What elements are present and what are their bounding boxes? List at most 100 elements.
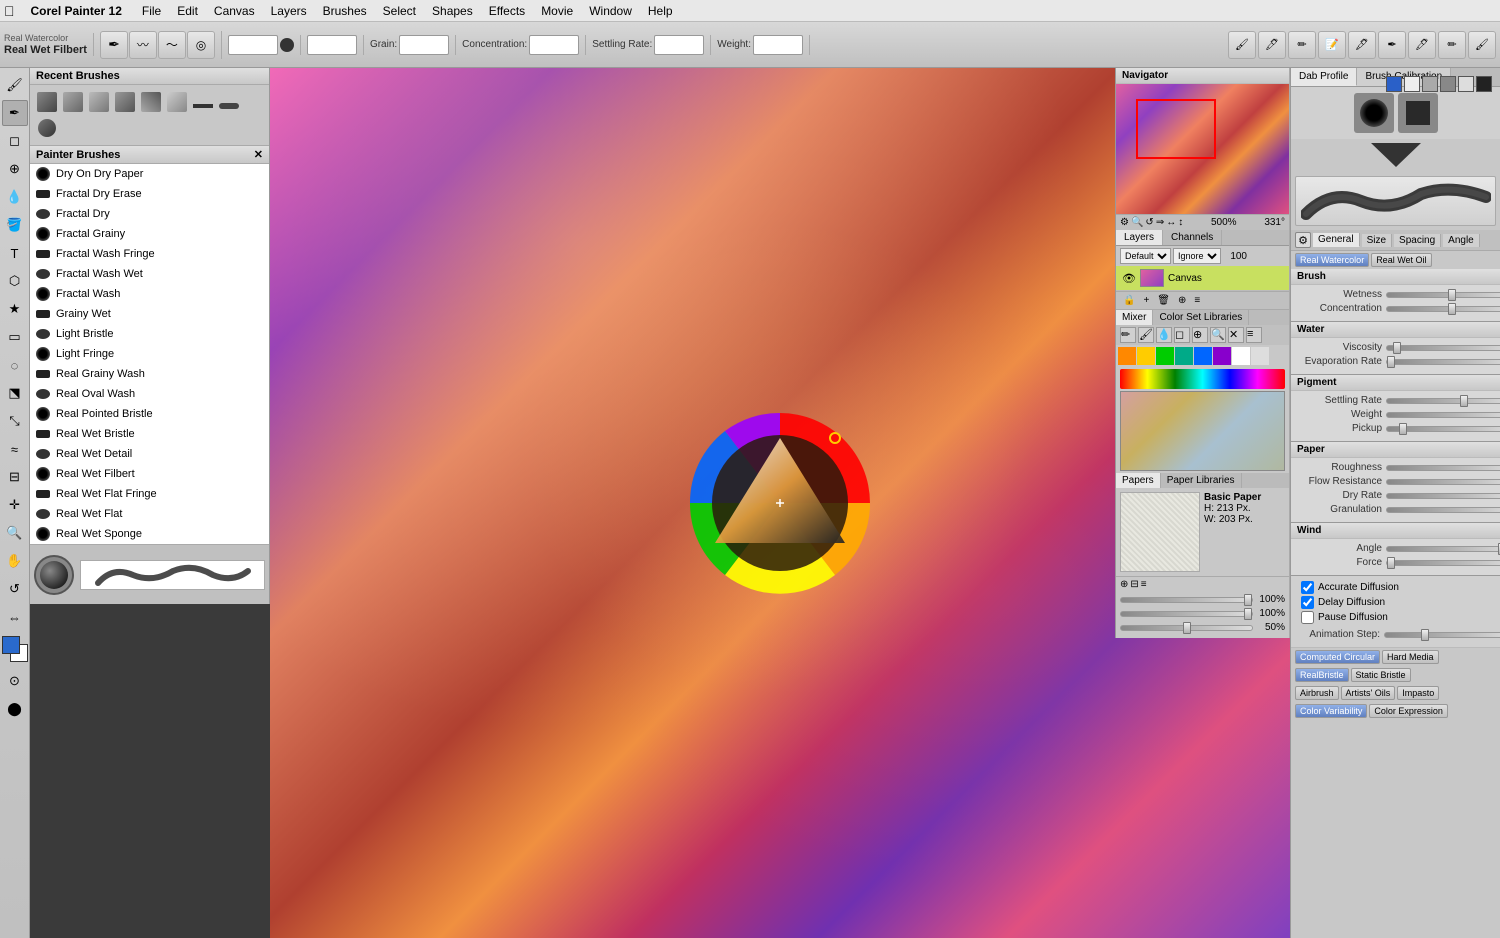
tool-clone[interactable]: ⊕	[2, 156, 28, 182]
brush-list-item-8[interactable]: Light Bristle	[30, 324, 269, 344]
color-chips[interactable]	[2, 636, 28, 662]
menu-canvas[interactable]: Canvas	[206, 2, 263, 20]
tab-general[interactable]: General	[1313, 233, 1360, 247]
btn-static-bristle[interactable]: Static Bristle	[1351, 668, 1411, 682]
tool-bucket[interactable]: 🪣	[2, 212, 28, 238]
grain-input[interactable]: 40%	[399, 35, 449, 55]
recent-brush-7[interactable]	[216, 89, 242, 115]
mixer-btn-2[interactable]: 🖌	[1138, 327, 1154, 343]
menu-file[interactable]: File	[134, 2, 169, 20]
tab-angle[interactable]: Angle	[1443, 234, 1480, 247]
paint-swatch-area[interactable]	[1120, 391, 1285, 471]
weight-input[interactable]: 95%	[753, 35, 803, 55]
rtool-btn2[interactable]: 🖊	[1258, 31, 1286, 59]
brush-name-label[interactable]: Real Wet Filbert	[4, 44, 87, 56]
rtool-btn7[interactable]: 🖊	[1408, 31, 1436, 59]
brush-list-item-3[interactable]: Fractal Grainy	[30, 224, 269, 244]
menu-movie[interactable]: Movie	[533, 2, 581, 20]
btn-artists-oils[interactable]: Artists' Oils	[1341, 686, 1396, 700]
nav-icon-3[interactable]: ↺	[1145, 217, 1153, 228]
tool-rotate[interactable]: ↺	[2, 576, 28, 602]
recent-brush-5[interactable]	[164, 89, 190, 115]
evaporation-slider[interactable]	[1386, 359, 1500, 365]
brush-tool-btn2[interactable]: 〰	[129, 31, 157, 59]
tool-lasso[interactable]: ⬔	[2, 380, 28, 406]
layer-btn-4[interactable]: ⊕	[1175, 294, 1189, 307]
btn-airbrush[interactable]: Airbrush	[1295, 686, 1339, 700]
menu-help[interactable]: Help	[640, 2, 681, 20]
paper-contrast-slider[interactable]	[1120, 625, 1253, 631]
brush-list-item-1[interactable]: Fractal Dry Erase	[30, 184, 269, 204]
nav-viewport[interactable]	[1136, 99, 1216, 159]
rtool-btn4[interactable]: 📝	[1318, 31, 1346, 59]
recent-brush-6[interactable]	[190, 89, 216, 115]
tool-text[interactable]: T	[2, 240, 28, 266]
rtool-btn6[interactable]: ✒	[1378, 31, 1406, 59]
wind-force-slider[interactable]	[1386, 560, 1500, 566]
brush-list-item-10[interactable]: Real Grainy Wash	[30, 364, 269, 384]
brush-tool-btn4[interactable]: ◎	[187, 31, 215, 59]
btn-real-wet-oil[interactable]: Real Wet Oil	[1371, 253, 1431, 267]
color-chip-dark[interactable]	[1476, 76, 1492, 92]
btn-computed-circular[interactable]: Computed Circular	[1295, 650, 1380, 664]
tool-zoom[interactable]: 🔍	[2, 520, 28, 546]
color-chip-gray2[interactable]	[1440, 76, 1456, 92]
tool-move[interactable]: ✛	[2, 492, 28, 518]
brush-list-item-5[interactable]: Fractal Wash Wet	[30, 264, 269, 284]
nav-icon-1[interactable]: ⚙	[1120, 217, 1129, 228]
brush-tool-btn3[interactable]: 〜	[158, 31, 186, 59]
color-chip-blue[interactable]	[1386, 76, 1402, 92]
tab-color-set[interactable]: Color Set Libraries	[1153, 310, 1249, 325]
menu-app-name[interactable]: Corel Painter 12	[23, 2, 130, 20]
weight-slider[interactable]	[1386, 412, 1500, 418]
swatch-orange[interactable]	[1118, 347, 1136, 365]
granulation-slider[interactable]	[1386, 507, 1500, 513]
dab-cell-1[interactable]	[1354, 93, 1394, 133]
tool-crop[interactable]: ⊟	[2, 464, 28, 490]
painter-brushes-close[interactable]: ✕	[254, 148, 263, 161]
tab-paper-libraries[interactable]: Paper Libraries	[1161, 473, 1242, 488]
recent-brush-0[interactable]	[34, 89, 60, 115]
mixer-btn-8[interactable]: ≡	[1246, 327, 1262, 343]
recent-brush-2[interactable]	[86, 89, 112, 115]
layer-btn-2[interactable]: +	[1140, 294, 1152, 307]
dry-rate-slider[interactable]	[1386, 493, 1500, 499]
paper-roughness-slider[interactable]	[1120, 597, 1253, 603]
size-input[interactable]: 40.0	[228, 35, 278, 55]
tool-shape[interactable]: ⬡	[2, 268, 28, 294]
tool-mirror[interactable]: ⇔	[2, 604, 28, 630]
rtool-btn1[interactable]: 🖌	[1228, 31, 1256, 59]
color-gradient-bar[interactable]	[1120, 369, 1285, 389]
recent-brush-3[interactable]	[112, 89, 138, 115]
tool-warp[interactable]: ⤡	[2, 408, 28, 434]
brush-list-item-12[interactable]: Real Pointed Bristle	[30, 404, 269, 424]
swatch-white[interactable]	[1232, 347, 1250, 365]
rtool-btn9[interactable]: 🖌	[1468, 31, 1496, 59]
menu-shapes[interactable]: Shapes	[424, 2, 481, 20]
recent-brush-4[interactable]	[138, 89, 164, 115]
swatch-teal[interactable]	[1175, 347, 1193, 365]
brush-list-item-7[interactable]: Grainy Wet	[30, 304, 269, 324]
brush-list-item-16[interactable]: Real Wet Flat Fringe	[30, 484, 269, 504]
swatch-light-gray[interactable]	[1251, 347, 1269, 365]
brush-list-item-14[interactable]: Real Wet Detail	[30, 444, 269, 464]
brush-list-item-18[interactable]: Real Wet Sponge	[30, 524, 269, 544]
btn-hard-media[interactable]: Hard Media	[1382, 650, 1439, 664]
wetness-slider[interactable]	[1386, 292, 1500, 298]
animation-step-slider[interactable]	[1384, 632, 1500, 638]
btn-real-bristle[interactable]: RealBristle	[1295, 668, 1349, 682]
settings-icon[interactable]: ⚙	[1295, 232, 1311, 248]
layer-visibility-icon[interactable]: 👁	[1122, 271, 1136, 285]
mixer-btn-6[interactable]: 🔍	[1210, 327, 1226, 343]
color-wheel-overlay[interactable]	[680, 403, 880, 603]
paper-preview-image[interactable]	[1120, 492, 1200, 572]
layer-btn-3[interactable]: 🗑	[1154, 294, 1173, 307]
nav-icon-5[interactable]: ↔	[1166, 217, 1176, 228]
brush-list-item-15[interactable]: Real Wet Filbert	[30, 464, 269, 484]
settling-rate-input[interactable]: 50%	[654, 35, 704, 55]
nav-icon-6[interactable]: ↕	[1178, 217, 1183, 228]
recent-brush-8[interactable]	[34, 115, 60, 141]
tab-layers[interactable]: Layers	[1116, 230, 1163, 245]
tool-brush[interactable]: 🖌	[2, 72, 28, 98]
accurate-diffusion-check[interactable]	[1301, 581, 1314, 594]
